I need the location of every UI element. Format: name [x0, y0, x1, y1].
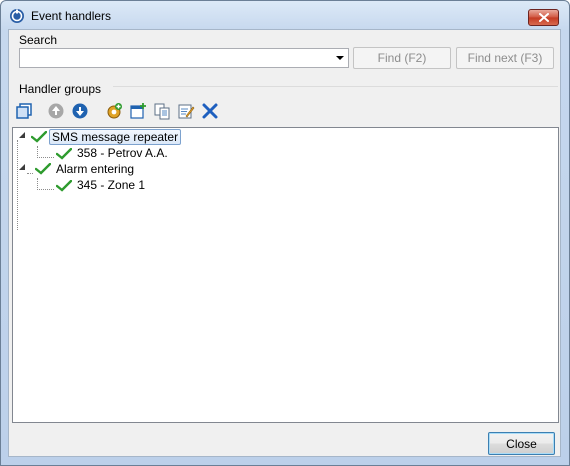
tree-node-label: 358 - Petrov A.A. — [77, 146, 168, 160]
find-button[interactable]: Find (F2) — [353, 47, 451, 69]
group-divider — [113, 86, 558, 87]
close-icon — [539, 13, 549, 22]
find-next-button[interactable]: Find next (F3) — [456, 47, 554, 69]
tree-connector — [27, 173, 33, 174]
search-combobox[interactable] — [19, 48, 349, 68]
delete-icon[interactable] — [201, 102, 219, 120]
app-icon — [10, 9, 24, 23]
checkmark-icon — [31, 131, 47, 143]
edit-icon[interactable] — [177, 102, 195, 120]
handler-groups-label: Handler groups — [19, 82, 102, 96]
expand-toggle-icon[interactable] — [19, 132, 25, 138]
window-title: Event handlers — [31, 9, 112, 23]
chevron-down-icon[interactable] — [336, 56, 344, 60]
checkmark-icon — [35, 163, 51, 175]
add-group-icon[interactable] — [129, 102, 147, 120]
window-close-button[interactable] — [528, 9, 559, 26]
handlers-tree[interactable]: SMS message repeater 358 - Petrov A.A. A… — [12, 127, 559, 423]
search-label: Search — [19, 33, 58, 47]
tree-connector — [17, 140, 18, 230]
title-bar[interactable]: Event handlers — [1, 1, 569, 29]
copy-icon[interactable] — [153, 102, 171, 120]
close-button[interactable]: Close — [488, 432, 555, 455]
checkmark-icon — [56, 148, 72, 160]
add-handler-icon[interactable] — [105, 102, 123, 120]
move-up-icon[interactable] — [47, 102, 65, 120]
tree-connector — [37, 157, 54, 158]
event-handlers-window: Event handlers Search Find (F2) Find nex… — [0, 0, 570, 466]
tree-node-label: Alarm entering — [56, 162, 135, 176]
tree-node-label: 345 - Zone 1 — [77, 178, 146, 192]
expand-toggle-icon[interactable] — [19, 164, 25, 170]
new-window-icon[interactable] — [15, 102, 33, 120]
dialog-body: Search Find (F2) Find next (F3) Handler … — [8, 29, 561, 457]
checkmark-icon — [56, 180, 72, 192]
move-down-icon[interactable] — [71, 102, 89, 120]
tree-node-label: SMS message repeater — [49, 129, 182, 145]
tree-connector — [37, 189, 54, 190]
